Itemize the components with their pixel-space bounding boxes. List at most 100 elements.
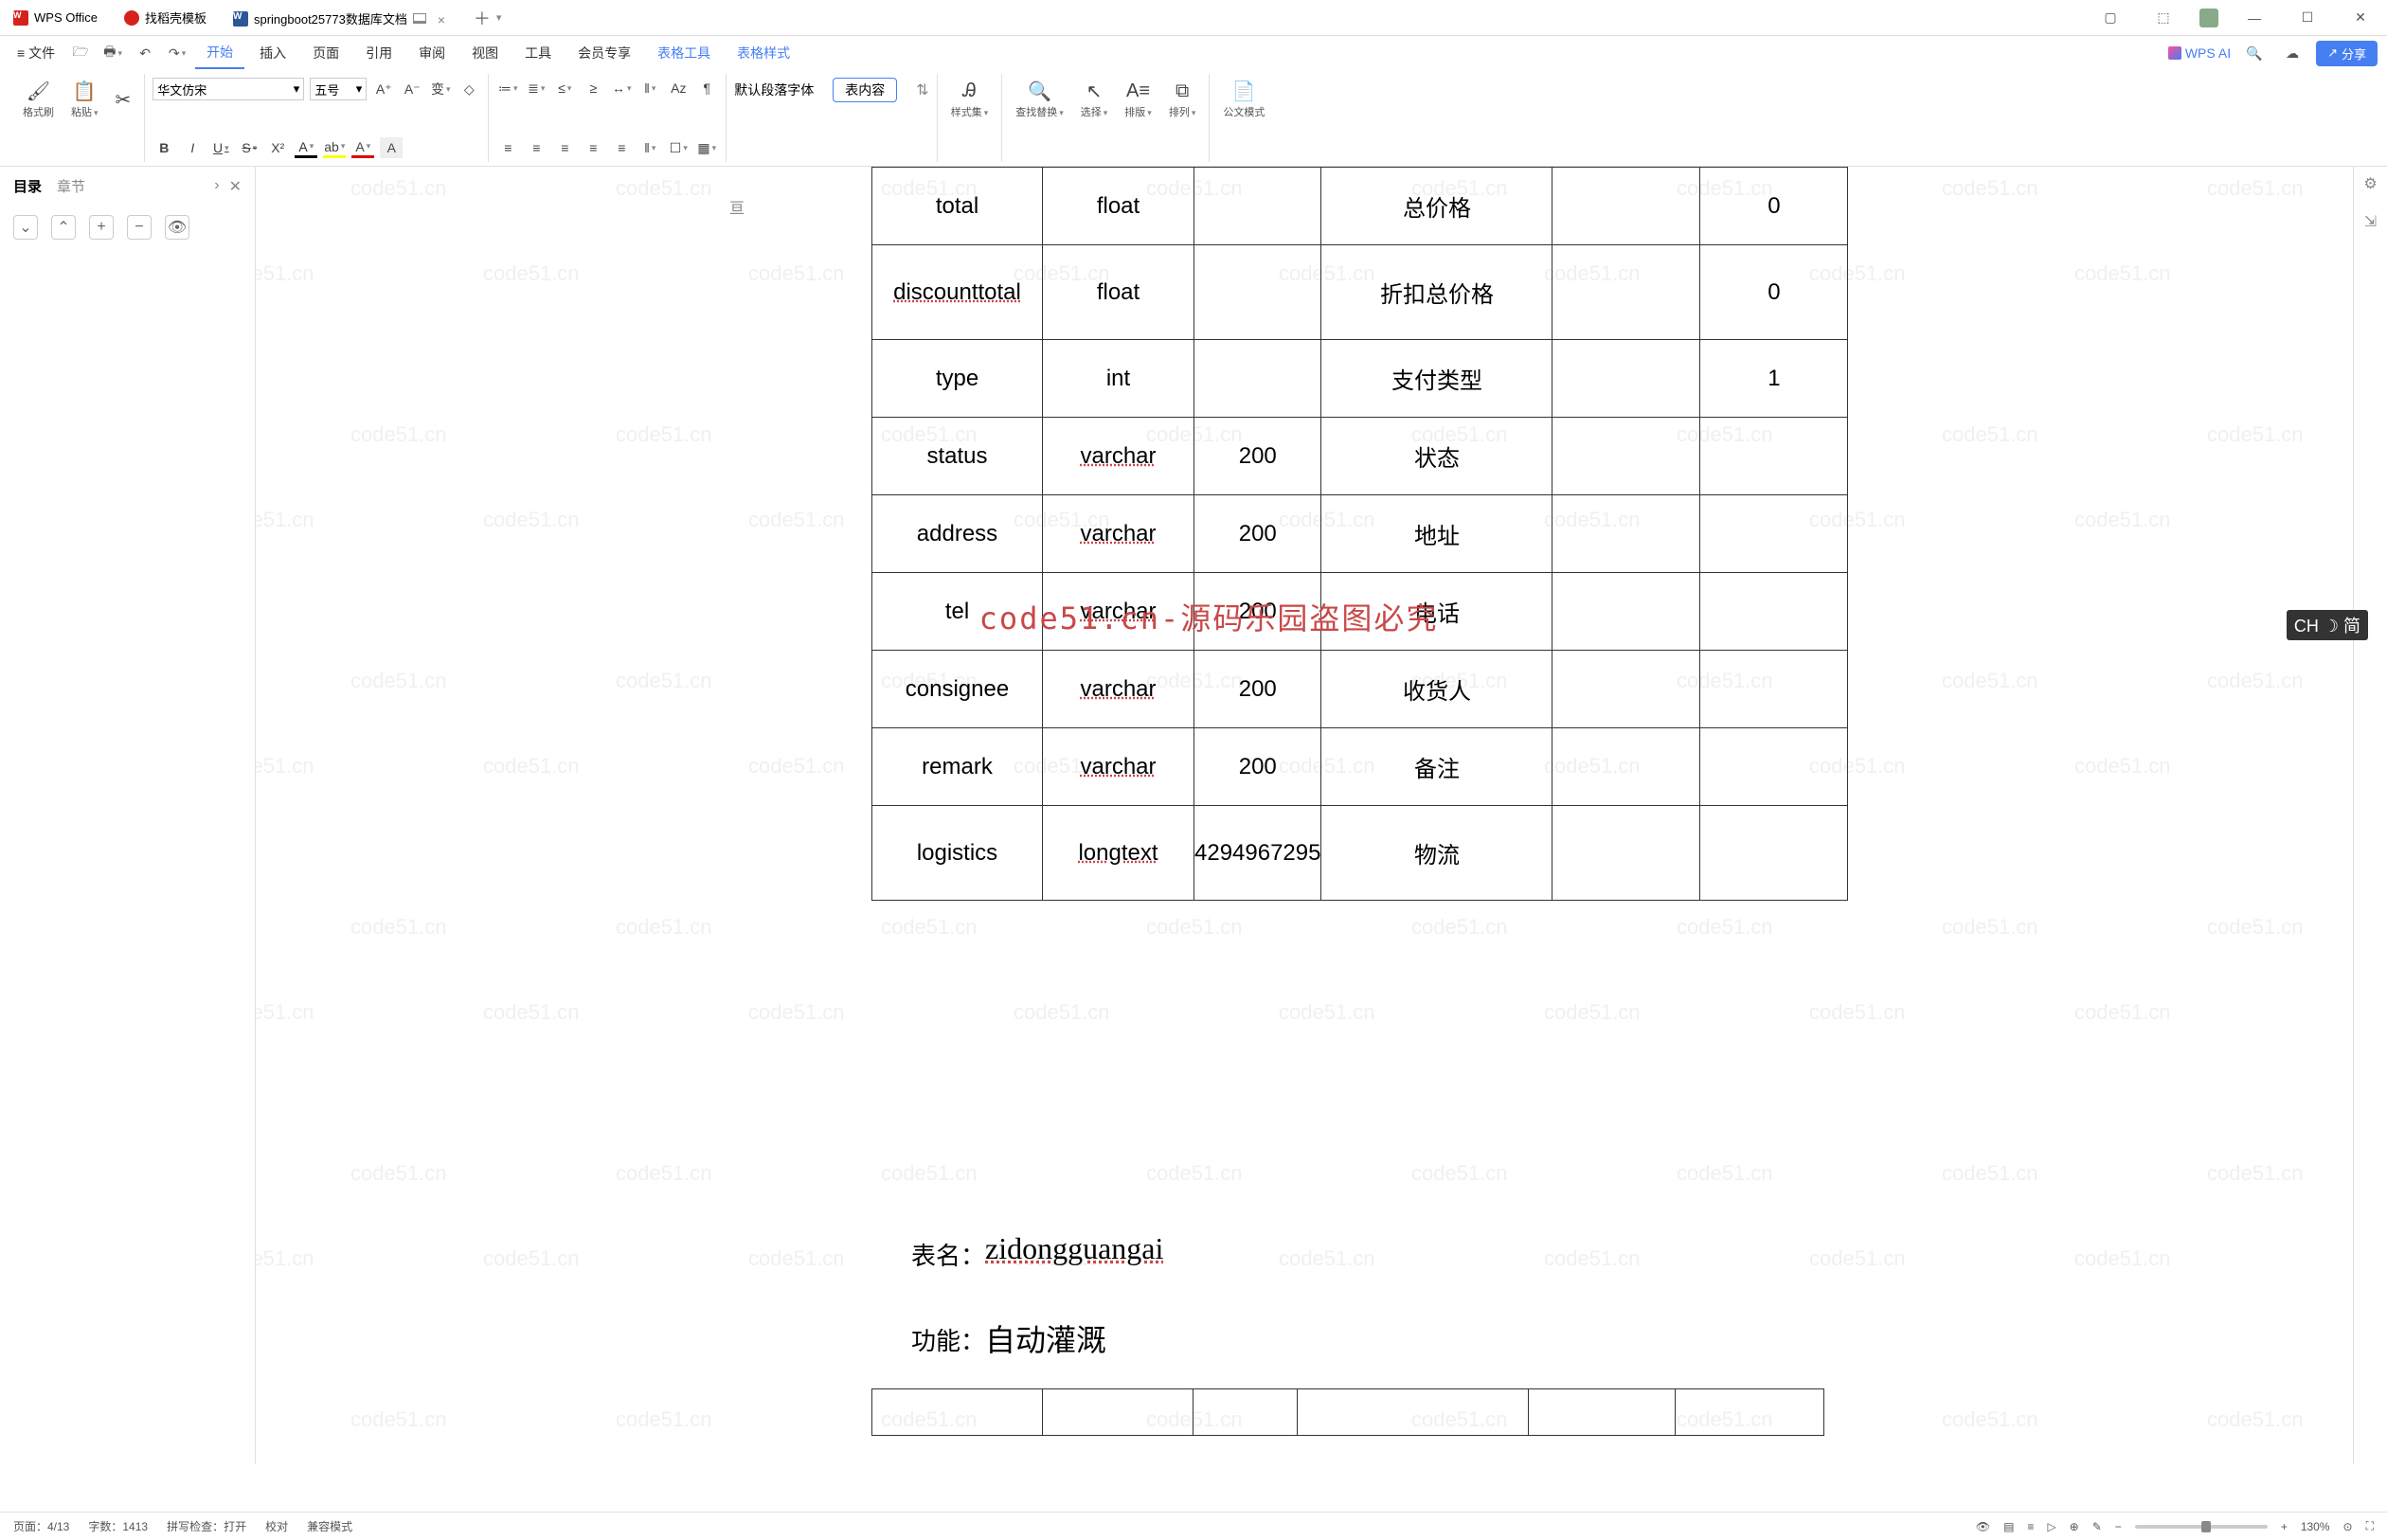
table-cell[interactable]: varchar bbox=[1043, 495, 1194, 573]
table-cell[interactable]: 0 bbox=[1700, 168, 1848, 245]
table-cell[interactable] bbox=[1552, 495, 1700, 573]
align-left-button[interactable]: ≡ bbox=[496, 137, 519, 158]
table-cell[interactable]: 1 bbox=[1700, 340, 1848, 418]
table-cell[interactable]: 200 bbox=[1194, 418, 1321, 495]
para-spacing-button[interactable]: ‖ bbox=[638, 137, 661, 158]
status-words[interactable]: 字数：1413 bbox=[88, 1518, 148, 1534]
align-center-button[interactable]: ≡ bbox=[525, 137, 547, 158]
menu-review[interactable]: 审阅 bbox=[407, 38, 457, 68]
table-cell[interactable] bbox=[1700, 573, 1848, 651]
arrange-button[interactable]: A≡排版 bbox=[1119, 78, 1158, 121]
border-button[interactable]: ▦ bbox=[695, 137, 718, 158]
table-cell[interactable] bbox=[1700, 495, 1848, 573]
table-cell[interactable]: 支付类型 bbox=[1321, 340, 1552, 418]
add-tab-button[interactable]: ＋ bbox=[474, 6, 491, 30]
add-tab-dropdown[interactable]: ▾ bbox=[496, 11, 502, 24]
table-cell[interactable] bbox=[1700, 651, 1848, 728]
table-cell[interactable]: 折扣总价格 bbox=[1321, 245, 1552, 340]
sort-button[interactable]: Az bbox=[667, 78, 690, 98]
table-cell[interactable] bbox=[1700, 806, 1848, 901]
table-cell[interactable] bbox=[1552, 245, 1700, 340]
table-cell[interactable] bbox=[1552, 728, 1700, 806]
window-cube-icon[interactable]: ⬚ bbox=[2146, 4, 2181, 32]
table-cell[interactable] bbox=[1194, 168, 1321, 245]
menu-table-tools[interactable]: 表格工具 bbox=[646, 38, 722, 68]
page-layout-icon[interactable]: ▤ bbox=[2003, 1520, 2014, 1533]
right-assistant-icon[interactable]: ⚙ bbox=[2363, 174, 2377, 193]
search-icon[interactable]: 🔍 bbox=[2240, 39, 2269, 67]
zoom-out-icon[interactable]: − bbox=[2115, 1520, 2122, 1533]
table-cell[interactable]: 收货人 bbox=[1321, 651, 1552, 728]
layout-button[interactable]: ⧉排列 bbox=[1163, 78, 1202, 121]
default-para-style[interactable]: 默认段落字体 bbox=[734, 81, 814, 99]
status-page[interactable]: 页面：4/13 bbox=[13, 1518, 69, 1534]
right-expand-icon[interactable]: ⇲ bbox=[2364, 212, 2377, 231]
table-cell[interactable] bbox=[1194, 245, 1321, 340]
menu-reference[interactable]: 引用 bbox=[354, 38, 404, 68]
undo-icon[interactable]: ↶ bbox=[131, 39, 159, 67]
zoom-reset-icon[interactable]: ⊙ bbox=[2343, 1520, 2353, 1533]
table-cell[interactable]: varchar bbox=[1043, 418, 1194, 495]
table-cell[interactable]: 0 bbox=[1700, 245, 1848, 340]
numbering-button[interactable]: ≣ bbox=[525, 78, 547, 98]
table-row[interactable]: totalfloat总价格0 bbox=[872, 168, 1848, 245]
table-cell[interactable] bbox=[1552, 806, 1700, 901]
table-cell[interactable] bbox=[1552, 573, 1700, 651]
cut-button[interactable]: ✂ bbox=[110, 86, 137, 113]
table-cell[interactable]: int bbox=[1043, 340, 1194, 418]
minimize-button[interactable]: — bbox=[2237, 4, 2271, 32]
toc-tab[interactable]: 目录 bbox=[13, 176, 42, 196]
zoom-slider[interactable] bbox=[2135, 1525, 2268, 1529]
document-area[interactable]: code51.cn code51.cn code51.cn code51.cn … bbox=[256, 167, 2353, 1506]
table-cell[interactable]: 200 bbox=[1194, 495, 1321, 573]
table-cell[interactable]: address bbox=[872, 495, 1043, 573]
web-layout-icon[interactable]: ⊕ bbox=[2070, 1520, 2079, 1533]
status-proof[interactable]: 校对 bbox=[265, 1518, 288, 1534]
document-tab[interactable]: W springboot25773数据库文档 × bbox=[220, 1, 464, 35]
table-cell[interactable] bbox=[1194, 340, 1321, 418]
gov-mode-button[interactable]: 📄公文模式 bbox=[1217, 78, 1270, 121]
open-icon[interactable]: 🗁 bbox=[66, 39, 95, 67]
font-size-select[interactable]: 五号▾ bbox=[310, 78, 367, 100]
wps-ai-button[interactable]: WPS AI bbox=[2168, 45, 2231, 61]
table-cell[interactable]: longtext bbox=[1043, 806, 1194, 901]
collapse-icon[interactable]: ⌄ bbox=[13, 215, 38, 240]
maximize-button[interactable]: ☐ bbox=[2290, 4, 2324, 32]
outdent-button[interactable]: ≤ bbox=[553, 78, 576, 98]
show-marks-button[interactable]: ¶ bbox=[695, 78, 718, 98]
zoom-in-icon[interactable]: + bbox=[2281, 1520, 2288, 1533]
menu-member[interactable]: 会员专享 bbox=[566, 38, 642, 68]
format-brush-button[interactable]: 🖌格式刷 bbox=[17, 78, 60, 121]
app-tab[interactable]: W WPS Office bbox=[0, 1, 111, 35]
save-icon[interactable]: 🖶 bbox=[99, 39, 127, 67]
paste-button[interactable]: 📋粘贴 bbox=[65, 78, 104, 121]
fullscreen-icon[interactable]: ⛶ bbox=[2366, 1519, 2374, 1533]
table-cell[interactable] bbox=[1552, 651, 1700, 728]
share-button[interactable]: ↗ 分享 bbox=[2316, 41, 2378, 66]
menu-view[interactable]: 视图 bbox=[460, 38, 510, 68]
font-family-select[interactable]: 华文仿宋▾ bbox=[153, 78, 304, 100]
font-color2-button[interactable]: A bbox=[351, 137, 374, 158]
strike-button[interactable]: S bbox=[238, 137, 260, 158]
decrease-font-button[interactable]: A⁻ bbox=[401, 79, 423, 99]
ime-indicator[interactable]: CH ☽ 简 bbox=[2287, 610, 2368, 640]
align-right-button[interactable]: ≡ bbox=[553, 137, 576, 158]
superscript-button[interactable]: X² bbox=[266, 137, 289, 158]
bold-button[interactable]: B bbox=[153, 137, 175, 158]
remove-icon[interactable]: − bbox=[127, 215, 152, 240]
view-icon[interactable]: 👁 bbox=[165, 215, 189, 240]
table-cell[interactable]: discounttotal bbox=[872, 245, 1043, 340]
zoom-value[interactable]: 130% bbox=[2301, 1520, 2330, 1533]
status-compat[interactable]: 兼容模式 bbox=[307, 1518, 352, 1534]
clear-format-button[interactable]: ◇ bbox=[458, 79, 480, 99]
menu-page[interactable]: 页面 bbox=[301, 38, 350, 68]
table-row[interactable]: consigneevarchar200收货人 bbox=[872, 651, 1848, 728]
char-shading-button[interactable]: A bbox=[380, 137, 403, 158]
template-tab[interactable]: 找稻壳模板 bbox=[111, 1, 220, 35]
table-cell[interactable] bbox=[1552, 418, 1700, 495]
table-cell[interactable] bbox=[1700, 418, 1848, 495]
align-justify-button[interactable]: ≡ bbox=[582, 137, 604, 158]
table-cell[interactable]: type bbox=[872, 340, 1043, 418]
menu-start[interactable]: 开始 bbox=[195, 37, 244, 69]
increase-font-button[interactable]: A⁺ bbox=[372, 79, 395, 99]
